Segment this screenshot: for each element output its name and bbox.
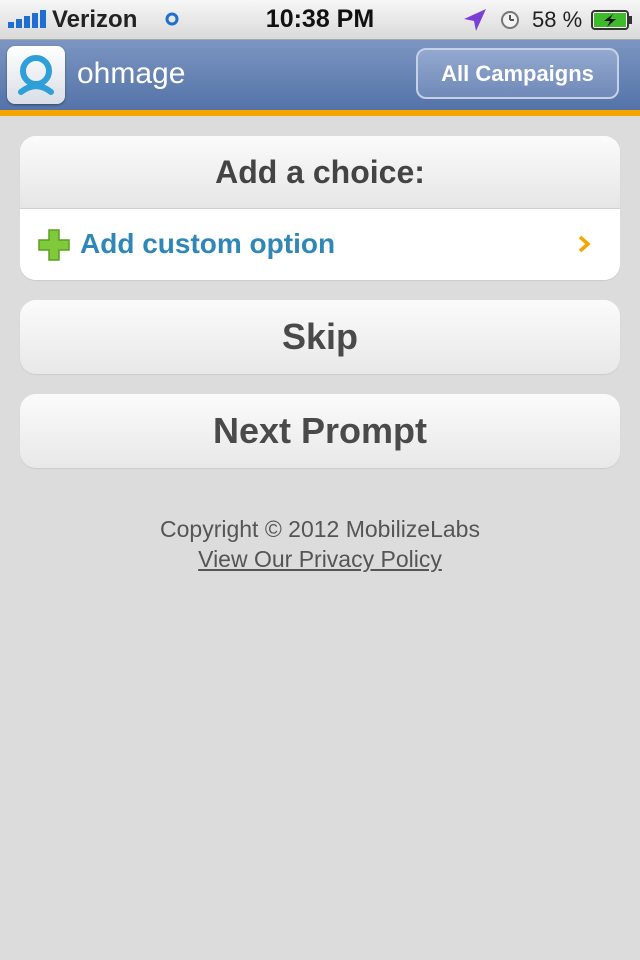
footer: Copyright © 2012 MobilizeLabs View Our P… — [0, 514, 640, 574]
choice-card: Add a choice: Add custom option — [20, 136, 620, 280]
next-prompt-button[interactable]: Next Prompt — [20, 394, 620, 468]
add-custom-option-label: Add custom option — [80, 228, 336, 259]
location-arrow-icon — [464, 9, 486, 31]
all-campaigns-button[interactable]: All Campaigns — [416, 48, 619, 99]
app-header: ohmage All Campaigns — [0, 40, 640, 116]
privacy-policy-link[interactable]: View Our Privacy Policy — [198, 546, 442, 572]
app-title: ohmage — [77, 57, 186, 90]
skip-button[interactable]: Skip — [20, 300, 620, 374]
status-bar: Verizon 10:38 PM 58 % — [0, 0, 640, 40]
chevron-right-icon — [578, 235, 591, 253]
copyright-text: Copyright © 2012 MobilizeLabs — [160, 516, 480, 542]
alarm-clock-icon — [501, 11, 519, 29]
ohmage-logo-icon[interactable] — [7, 46, 65, 104]
battery-percent: 58 % — [532, 7, 583, 32]
plus-icon — [38, 229, 70, 261]
battery-icon — [591, 10, 632, 30]
choice-heading: Add a choice: — [20, 136, 620, 209]
add-custom-option-row[interactable]: Add custom option — [20, 209, 620, 280]
